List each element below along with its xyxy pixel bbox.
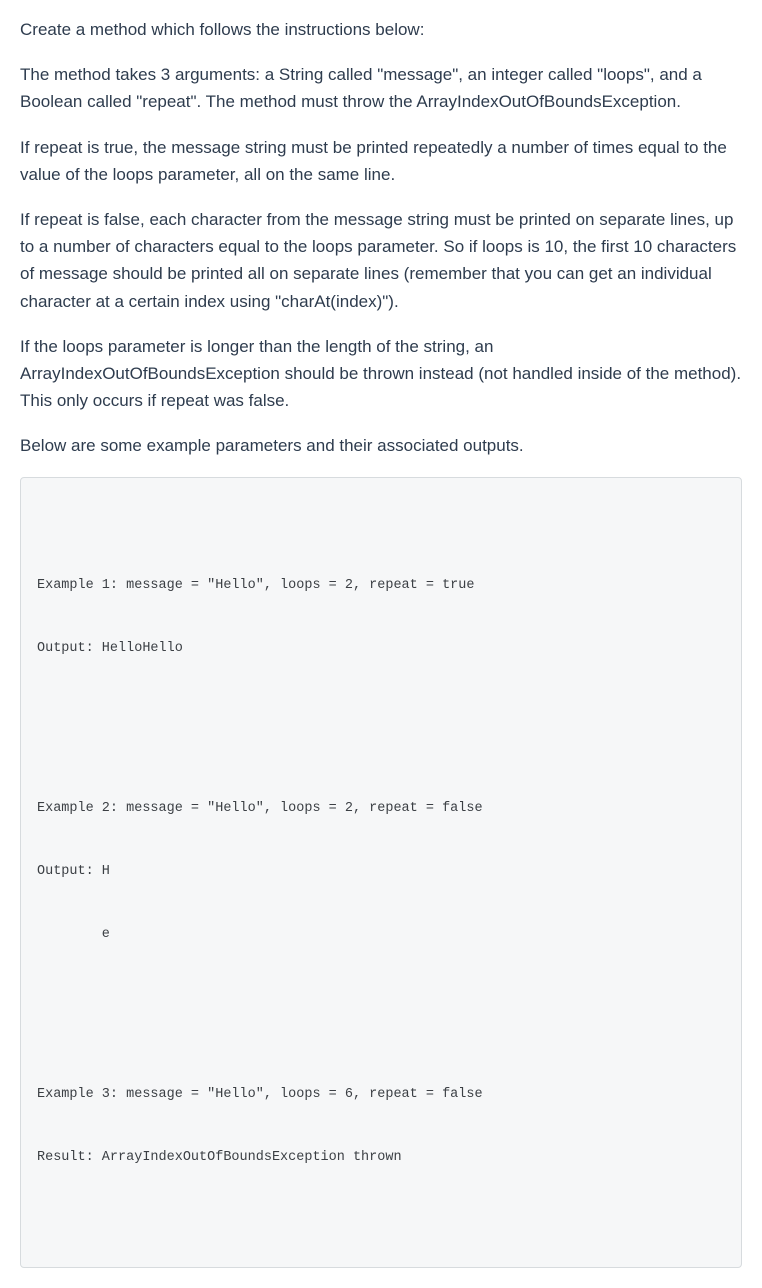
instruction-intro: Create a method which follows the instru… (20, 16, 742, 43)
instruction-exception: If the loops parameter is longer than th… (20, 333, 742, 415)
example-3: Example 3: message = "Hello", loops = 6,… (37, 1043, 725, 1210)
example-1: Example 1: message = "Hello", loops = 2,… (37, 534, 725, 701)
example-1-params: Example 1: message = "Hello", loops = 2,… (37, 576, 725, 597)
examples-caption: Below are some example parameters and th… (20, 432, 742, 459)
instruction-args: The method takes 3 arguments: a String c… (20, 61, 742, 115)
instruction-repeat-false: If repeat is false, each character from … (20, 206, 742, 315)
examples-code-block: Example 1: message = "Hello", loops = 2,… (20, 477, 742, 1267)
instruction-repeat-true: If repeat is true, the message string mu… (20, 134, 742, 188)
example-2: Example 2: message = "Hello", loops = 2,… (37, 758, 725, 988)
example-2-output-line1: Output: H (37, 862, 725, 883)
document-page: Create a method which follows the instru… (0, 0, 762, 1288)
example-3-result: Result: ArrayIndexOutOfBoundsException t… (37, 1148, 725, 1169)
example-2-params: Example 2: message = "Hello", loops = 2,… (37, 799, 725, 820)
example-1-output: Output: HelloHello (37, 639, 725, 660)
example-3-params: Example 3: message = "Hello", loops = 6,… (37, 1085, 725, 1106)
example-2-output-line2: e (37, 925, 725, 946)
